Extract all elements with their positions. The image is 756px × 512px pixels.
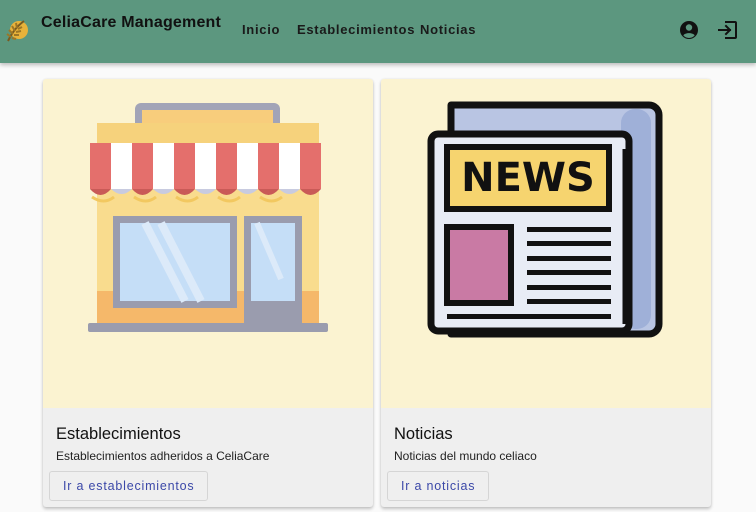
ir-a-noticias-button[interactable]: Ir a noticias: [387, 471, 490, 501]
top-app-bar: CeliaCare Management Inicio Establecimie…: [0, 0, 756, 63]
store-icon: [88, 103, 328, 332]
ir-a-establecimientos-button[interactable]: Ir a establecimientos: [49, 471, 209, 501]
newspaper-icon: NEWS: [427, 101, 663, 338]
card-media-noticias: NEWS: [381, 79, 711, 408]
card-description: Noticias del mundo celiaco: [394, 449, 537, 463]
logout-icon[interactable]: [716, 18, 740, 42]
wheat-logo-icon[interactable]: [4, 15, 28, 45]
card-title: Noticias: [394, 425, 453, 443]
nav-establecimientos[interactable]: Establecimientos: [297, 22, 415, 37]
app-title: CeliaCare Management: [41, 14, 222, 31]
nav-inicio[interactable]: Inicio: [242, 22, 280, 37]
card-noticias: NEWS Noticias Noticias del mundo celiaco…: [381, 79, 711, 507]
card-title: Establecimientos: [56, 425, 181, 443]
card-description: Establecimientos adheridos a CeliaCare: [56, 449, 270, 463]
account-circle-icon[interactable]: [677, 18, 701, 42]
card-media-establecimientos: [43, 79, 373, 408]
card-establecimientos: Establecimientos Establecimientos adheri…: [43, 79, 373, 507]
svg-text:NEWS: NEWS: [461, 155, 595, 201]
nav-noticias[interactable]: Noticias: [420, 22, 476, 37]
